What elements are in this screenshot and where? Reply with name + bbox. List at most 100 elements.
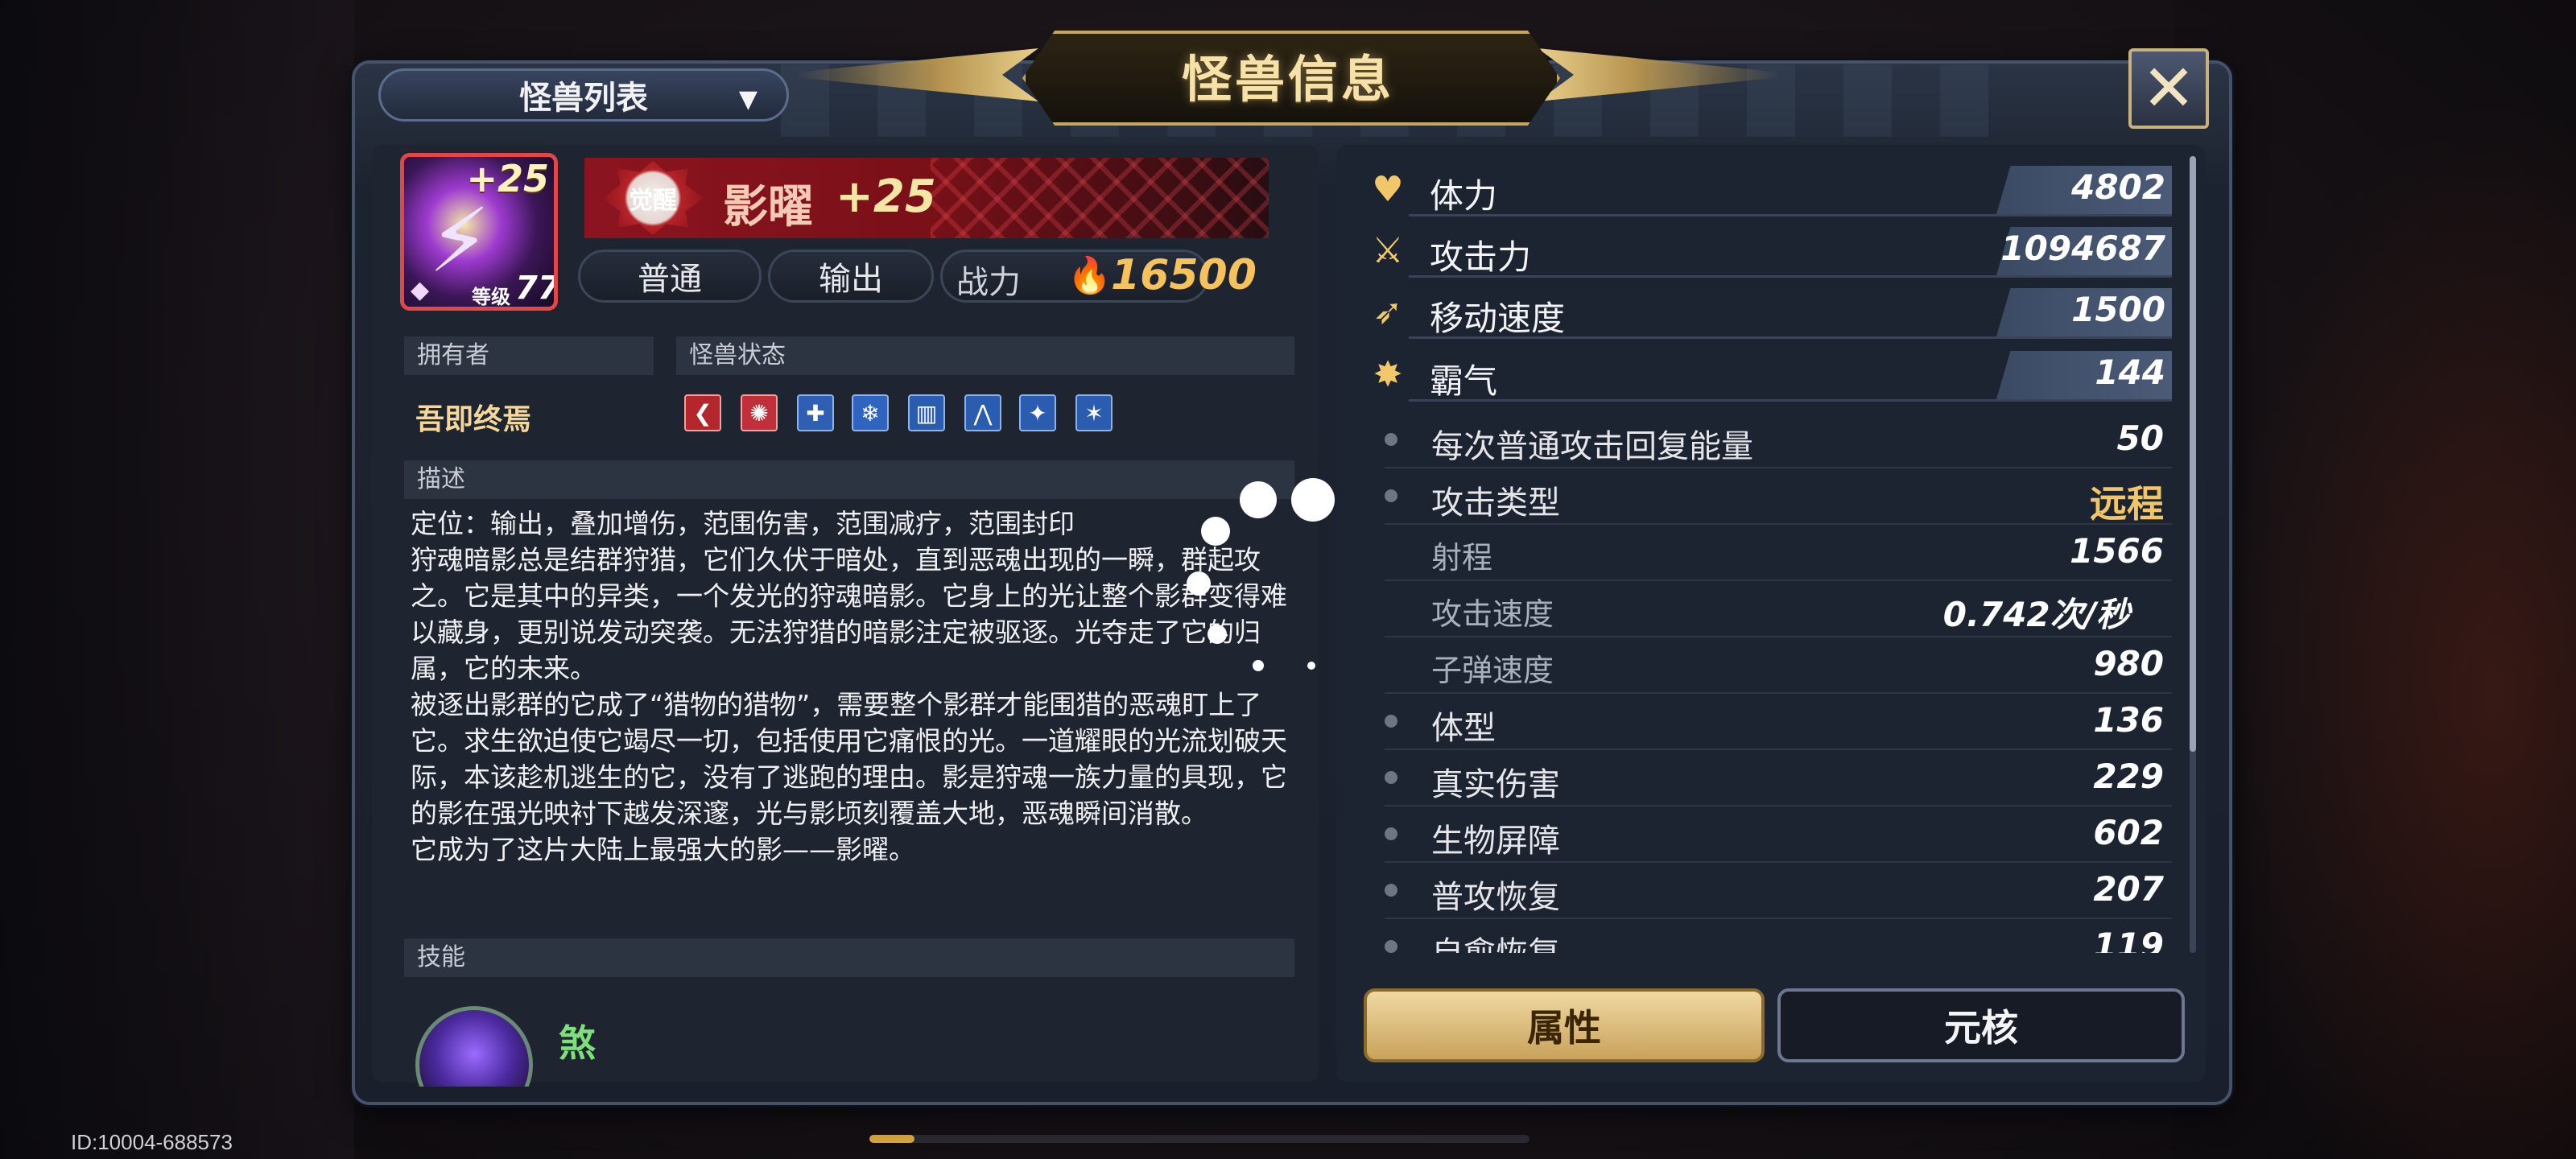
page-title: 怪兽信息 — [1181, 50, 1394, 109]
ward-icon[interactable]: ✦ — [1019, 394, 1056, 431]
stat-label: 普攻恢复 — [1431, 879, 1560, 916]
bullet-dot — [1385, 433, 1397, 446]
shield-icon[interactable]: ▥ — [908, 394, 945, 431]
bullet-dot — [1385, 771, 1397, 784]
stat-divider — [1385, 580, 2172, 581]
description-header: 描述 — [404, 460, 1294, 499]
stat-value: 602 — [2093, 813, 2164, 852]
stat-divider — [1385, 861, 2172, 863]
bubble-effect — [1253, 660, 1264, 671]
skill-disc — [415, 1006, 533, 1087]
heart-icon: ♥ — [1372, 169, 1404, 210]
stat-label: 射程 — [1431, 540, 1493, 575]
skills-header: 技能 — [404, 938, 1294, 977]
bullet-dot — [1385, 884, 1397, 897]
stat-label: 生物屏障 — [1431, 823, 1560, 860]
stat-label: 霸气 — [1430, 361, 1498, 401]
bubble-effect — [1291, 478, 1335, 522]
stat-row-minor: 子弹速度 980 — [1360, 639, 2174, 695]
stat-value: 229 — [2093, 757, 2164, 796]
stat-value: 50 — [2116, 419, 2164, 458]
bubble-effect — [1187, 571, 1211, 596]
tab-core[interactable]: 元核 — [1777, 988, 2185, 1062]
background-progress-bar — [869, 1135, 1530, 1143]
stat-value: 207 — [2093, 869, 2164, 909]
stat-divider — [1385, 918, 2172, 919]
stat-label: 移动速度 — [1430, 299, 1566, 338]
stat-label: 攻击类型 — [1431, 485, 1560, 522]
stat-row-minor-partial: 自愈恢复 119 — [1360, 921, 2174, 953]
status-header: 怪兽状态 — [676, 336, 1294, 375]
bubble-effect — [1201, 517, 1230, 546]
tab-attributes[interactable]: 属性 — [1364, 988, 1765, 1062]
stat-label: 攻击力 — [1430, 237, 1532, 277]
stat-row-major: ✸ 霸气 144 — [1360, 349, 2174, 402]
stat-divider — [1409, 275, 2172, 278]
stat-divider — [1385, 467, 2172, 468]
awake-badge-label: 觉醒 — [629, 187, 677, 215]
burst-icon[interactable]: ✚ — [797, 394, 834, 431]
stat-label: 子弹速度 — [1431, 653, 1554, 688]
level-value: 77 — [515, 270, 558, 307]
skill-icon[interactable] — [415, 1006, 533, 1087]
skull-icon[interactable]: ✺ — [741, 394, 778, 431]
monster-avatar-icon: ⚡ — [428, 189, 491, 292]
skill-name: 煞 — [559, 1021, 596, 1065]
claw-icon[interactable]: ❮ — [684, 394, 721, 431]
tag-role: 输出 — [768, 250, 934, 303]
stat-divider — [1409, 214, 2172, 217]
stat-value: 1566 — [2070, 531, 2164, 571]
awake-plus-level: +25 — [836, 171, 936, 223]
stat-value: 1500 — [2071, 290, 2165, 329]
monster-name: 影曜 — [723, 181, 813, 233]
power-value: 16500 — [1111, 251, 1257, 299]
crystal-icon[interactable]: ✶ — [1075, 394, 1113, 431]
stat-row-minor: 生物屏障 602 — [1360, 808, 2174, 864]
stat-value: 136 — [2093, 700, 2164, 740]
bullet-dot — [1385, 715, 1397, 728]
bullet-dot — [1385, 489, 1397, 502]
bubble-effect — [1208, 625, 1227, 644]
boot-icon: ➶ — [1373, 291, 1403, 332]
background-left — [0, 0, 354, 1159]
owner-name: 吾即终焉 — [415, 403, 532, 436]
stat-row-minor: 普攻恢复 207 — [1360, 864, 2174, 921]
level-label: 等级 — [472, 286, 510, 308]
stat-value: 980 — [2093, 644, 2164, 683]
stat-row-minor: 射程 1566 — [1360, 526, 2174, 583]
power-label: 战力 — [956, 264, 1021, 301]
close-x-icon: ✕ — [2141, 51, 2196, 126]
stat-row-minor: 真实伤害 229 — [1360, 752, 2174, 808]
stat-divider — [1385, 636, 2172, 637]
bubble-effect — [1307, 662, 1315, 670]
stat-divider — [1385, 749, 2172, 750]
stat-value: 远程 — [2090, 482, 2164, 526]
stat-value: 4802 — [2071, 167, 2165, 207]
scrollbar-thumb[interactable] — [2190, 156, 2196, 752]
stat-row-major: ⚔ 攻击力 1094687 — [1360, 225, 2174, 278]
stat-divider — [1409, 336, 2172, 339]
stat-divider — [1385, 805, 2172, 806]
stat-value: 1094687 — [2000, 229, 2165, 268]
stat-divider — [1385, 523, 2172, 525]
close-button[interactable]: ✕ — [2128, 48, 2209, 129]
stat-row-minor: 攻击速度 0.742次/秒 — [1360, 583, 2174, 639]
flame-icon: 🔥 — [1067, 255, 1112, 296]
stat-row-major: ♥ 体力 4802 — [1360, 164, 2174, 217]
stat-label: 自愈恢复 — [1431, 927, 1560, 953]
portrait-plus-level: +25 — [466, 157, 549, 200]
bubble-effect — [1240, 481, 1277, 518]
claw-aura-icon: ✸ — [1373, 354, 1403, 395]
frost-icon[interactable]: ❄ — [852, 394, 889, 431]
gem-icon: ◆ — [411, 276, 430, 304]
spike-icon[interactable]: ⋀ — [964, 394, 1001, 431]
stat-value: 119 — [2093, 926, 2164, 953]
background-progress-fill — [869, 1135, 914, 1143]
monster-portrait[interactable]: ⚡ +25 ◆ 等级 77 — [400, 153, 558, 311]
stats-scrollbar[interactable] — [2190, 156, 2196, 953]
monster-list-dropdown[interactable]: 怪兽列表 ▼ — [378, 68, 789, 122]
owner-header: 拥有者 — [404, 336, 654, 375]
description-text: 定位：输出，叠加增伤，范围伤害，范围减疗，范围封印 狩魂暗影总是结群狩猎，它们久… — [411, 508, 1287, 865]
stat-value: 0.742次/秒 — [1942, 595, 2130, 634]
monster-list-label: 怪兽列表 — [519, 80, 648, 117]
